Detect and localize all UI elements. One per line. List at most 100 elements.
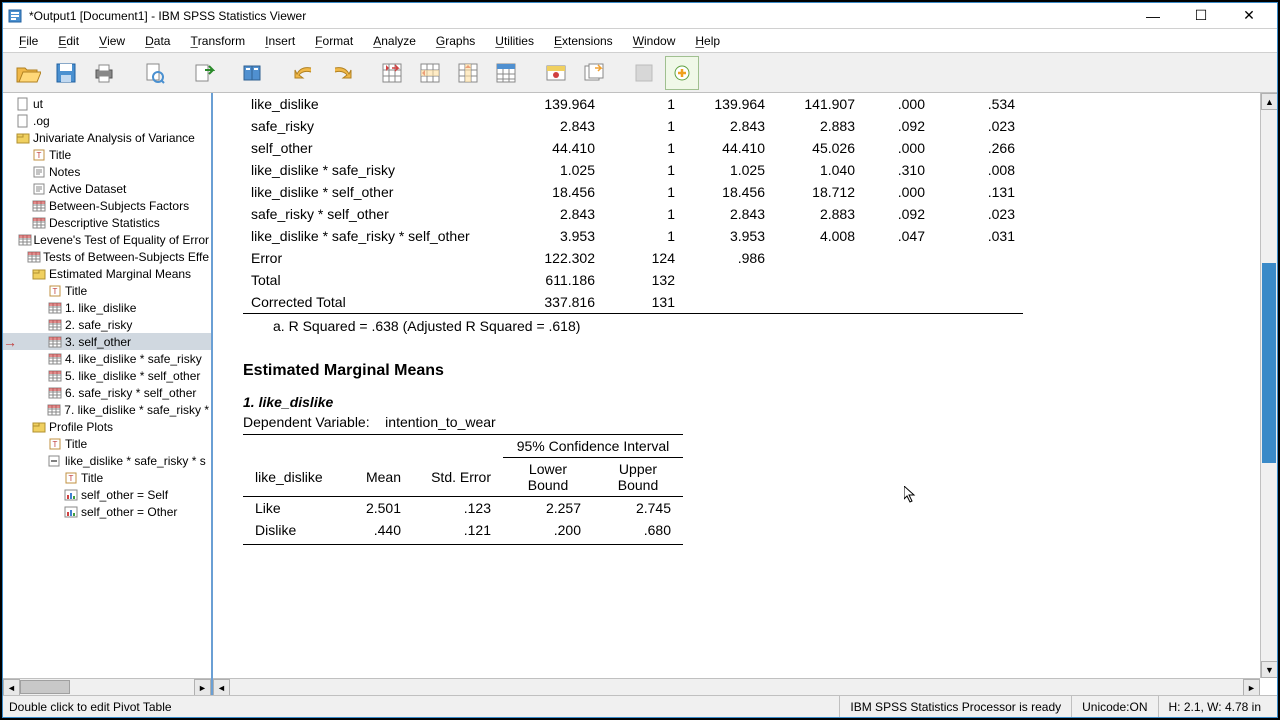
- menu-format[interactable]: Format: [305, 29, 363, 52]
- tree-item[interactable]: 2. safe_risky: [3, 316, 211, 333]
- scroll-up-icon[interactable]: ▲: [1261, 93, 1277, 110]
- scroll-left-icon[interactable]: ◄: [3, 679, 20, 695]
- tree-label: .og: [33, 114, 50, 128]
- table-row: like_dislike139.9641139.964141.907.000.5…: [243, 93, 1023, 115]
- svg-text:T: T: [53, 440, 58, 449]
- tree-label: Descriptive Statistics: [49, 216, 160, 230]
- menu-utilities[interactable]: Utilities: [485, 29, 544, 52]
- statusbar: Double click to edit Pivot Table IBM SPS…: [3, 695, 1277, 717]
- scroll-left-icon[interactable]: ◄: [213, 679, 230, 695]
- tree-label: like_dislike * safe_risky * s: [65, 454, 206, 468]
- menu-graphs[interactable]: Graphs: [426, 29, 485, 52]
- tree-item[interactable]: Descriptive Statistics: [3, 214, 211, 231]
- tree-item[interactable]: T Title: [3, 146, 211, 163]
- tree-item[interactable]: 6. safe_risky * self_other: [3, 384, 211, 401]
- tree-item[interactable]: 4. like_dislike * safe_risky: [3, 350, 211, 367]
- print-preview-button[interactable]: [137, 56, 171, 90]
- current-arrow-icon: →: [5, 334, 15, 350]
- table-row: self_other44.410144.41045.026.000.266: [243, 137, 1023, 159]
- table-icon: [47, 386, 63, 400]
- open-button[interactable]: [11, 56, 45, 90]
- tree-item[interactable]: 5. like_dislike * self_other: [3, 367, 211, 384]
- table-row: Like2.501.1232.2572.745: [243, 497, 683, 520]
- tree-item[interactable]: Estimated Marginal Means: [3, 265, 211, 282]
- tree-item[interactable]: TTitle: [3, 282, 211, 299]
- tree-label: Profile Plots: [49, 420, 113, 434]
- scroll-down-icon[interactable]: ▼: [1261, 661, 1277, 678]
- tree-item[interactable]: Profile Plots: [3, 418, 211, 435]
- scroll-thumb[interactable]: [20, 680, 70, 694]
- tree-item[interactable]: →3. self_other: [3, 333, 211, 350]
- menu-window[interactable]: Window: [623, 29, 686, 52]
- add-button[interactable]: [665, 56, 699, 90]
- menu-edit[interactable]: Edit: [48, 29, 89, 52]
- outline-tree[interactable]: ut .ogJnivariate Analysis of Variance T Tit…: [3, 93, 211, 678]
- menu-extensions[interactable]: Extensions: [544, 29, 623, 52]
- menu-view[interactable]: View: [89, 29, 135, 52]
- table-icon: [47, 352, 63, 366]
- titlebar[interactable]: *Output1 [Document1] - IBM SPSS Statisti…: [3, 3, 1277, 29]
- undo-button[interactable]: [287, 56, 321, 90]
- minimize-button[interactable]: —: [1133, 6, 1173, 26]
- menubar: FileEditViewDataTransformInsertFormatAna…: [3, 29, 1277, 53]
- table-icon: [18, 233, 32, 247]
- goto-variable-button[interactable]: [451, 56, 485, 90]
- scroll-right-icon[interactable]: ►: [194, 679, 211, 695]
- export-button[interactable]: [187, 56, 221, 90]
- redo-button[interactable]: [325, 56, 359, 90]
- show-hidden-button[interactable]: [627, 56, 661, 90]
- save-button[interactable]: [49, 56, 83, 90]
- tree-item[interactable]: 1. like_dislike: [3, 299, 211, 316]
- viewer-vscroll[interactable]: ▲ ▼: [1260, 93, 1277, 678]
- tree-item[interactable]: T Title: [3, 469, 211, 486]
- table-row: Dislike.440.121.200.680: [243, 519, 683, 545]
- tree-item[interactable]: self_other = Other: [3, 503, 211, 520]
- emm-table-title: 1. like_dislike: [243, 394, 1257, 410]
- scroll-thumb[interactable]: [1262, 263, 1276, 463]
- variables-button[interactable]: [489, 56, 523, 90]
- tree-item[interactable]: Notes: [3, 163, 211, 180]
- emm-table[interactable]: 95% Confidence Interval like_dislike Mea…: [243, 434, 683, 545]
- select-last-button[interactable]: [539, 56, 573, 90]
- anova-table[interactable]: like_dislike139.9641139.964141.907.000.5…: [243, 93, 1023, 314]
- maximize-button[interactable]: ☐: [1181, 6, 1221, 26]
- menu-data[interactable]: Data: [135, 29, 180, 52]
- close-button[interactable]: ✕: [1229, 6, 1269, 26]
- tree-item[interactable]: Jnivariate Analysis of Variance: [3, 129, 211, 146]
- viewer-hscroll[interactable]: ◄ ►: [213, 678, 1260, 695]
- tree-label: Between-Subjects Factors: [49, 199, 189, 213]
- menu-file[interactable]: File: [9, 29, 48, 52]
- dep-label: Dependent Variable:: [243, 414, 370, 430]
- tree-item[interactable]: like_dislike * safe_risky * s: [3, 452, 211, 469]
- scroll-right-icon[interactable]: ►: [1243, 679, 1260, 695]
- outline-hscroll[interactable]: ◄ ►: [3, 678, 211, 695]
- designate-window-button[interactable]: [577, 56, 611, 90]
- table-row: Corrected Total337.816131: [243, 291, 1023, 314]
- tree-item[interactable]: TTitle: [3, 435, 211, 452]
- print-button[interactable]: [87, 56, 121, 90]
- tree-item[interactable]: ut: [3, 95, 211, 112]
- svg-text:T: T: [69, 474, 74, 483]
- recall-dialog-button[interactable]: [237, 56, 271, 90]
- tree-item[interactable]: Levene's Test of Equality of Error: [3, 231, 211, 248]
- col-mean: Mean: [343, 458, 413, 497]
- viewer-content[interactable]: like_dislike139.9641139.964141.907.000.5…: [213, 93, 1277, 695]
- goto-data-button[interactable]: [375, 56, 409, 90]
- tree-label: Title: [49, 148, 71, 162]
- title-icon: T: [47, 437, 63, 451]
- menu-analyze[interactable]: Analyze: [363, 29, 426, 52]
- svg-text:T: T: [37, 151, 42, 160]
- anova-footnote: a. R Squared = .638 (Adjusted R Squared …: [243, 314, 1257, 334]
- goto-case-button[interactable]: [413, 56, 447, 90]
- tree-item[interactable]: Active Dataset: [3, 180, 211, 197]
- tree-item[interactable]: Between-Subjects Factors: [3, 197, 211, 214]
- menu-help[interactable]: Help: [685, 29, 730, 52]
- menu-transform[interactable]: Transform: [180, 29, 255, 52]
- tree-item[interactable]: 7. like_dislike * safe_risky *: [3, 401, 211, 418]
- tree-item[interactable]: .og: [3, 112, 211, 129]
- tree-label: Title: [81, 471, 103, 485]
- outline-pane[interactable]: ut .ogJnivariate Analysis of Variance T Tit…: [3, 93, 213, 695]
- tree-item[interactable]: Tests of Between-Subjects Effe: [3, 248, 211, 265]
- menu-insert[interactable]: Insert: [255, 29, 305, 52]
- tree-item[interactable]: self_other = Self: [3, 486, 211, 503]
